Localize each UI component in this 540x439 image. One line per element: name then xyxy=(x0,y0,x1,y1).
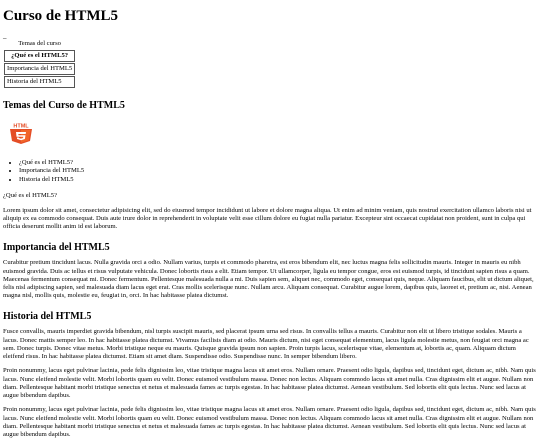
heading-historia: Historia del HTML5 xyxy=(3,311,92,323)
table-row: Importancia del HTML5 xyxy=(4,62,76,76)
table-cell: Historia del HTML5 xyxy=(4,76,76,89)
list-item: Importancia del HTML5 xyxy=(19,167,537,176)
page-title: Curso de HTML5 xyxy=(3,8,119,24)
paragraph-historia-1: Fusce convallis, mauris imperdiet gravid… xyxy=(3,328,529,361)
table-cell: Importancia del HTML5 xyxy=(4,62,76,76)
logo-text: HTML xyxy=(13,124,29,130)
topics-table: Temas del curso ¿Qué es el HTML5? Import… xyxy=(3,39,76,90)
paragraph-historia-2: Proin nonummy, lacus eget pulvinar lacin… xyxy=(3,367,536,400)
heading-importancia: Importancia del HTML5 xyxy=(3,242,110,254)
html5-logo-icon: HTML xyxy=(8,122,34,146)
list-item: Historia del HTML5 xyxy=(19,176,537,185)
question-label: ¿Qué es el HTML5? xyxy=(3,192,58,200)
table-header: ¿Qué es el HTML5? xyxy=(4,49,76,62)
page: Curso de HTML5 _ Temas del curso ¿Qué es… xyxy=(0,0,540,439)
topics-list: ¿Qué es el HTML5? Importancia del HTML5 … xyxy=(3,159,537,185)
dash-text: _ xyxy=(3,31,7,40)
table-row: Historia del HTML5 xyxy=(4,76,76,89)
paragraph-historia-3: Proin nonummy, lacus eget pulvinar lacin… xyxy=(3,406,536,439)
table-caption: Temas del curso xyxy=(18,39,61,47)
list-item: ¿Qué es el HTML5? xyxy=(19,159,537,168)
paragraph-intro: Lorem ipsum dolor sit amet, consectetur … xyxy=(3,206,532,231)
table-header-row: ¿Qué es el HTML5? xyxy=(4,49,76,62)
section-title: Temas del Curso de HTML5 xyxy=(3,100,125,112)
paragraph-importancia: Curabitur pretium tincidunt lacus. Nulla… xyxy=(3,259,534,300)
